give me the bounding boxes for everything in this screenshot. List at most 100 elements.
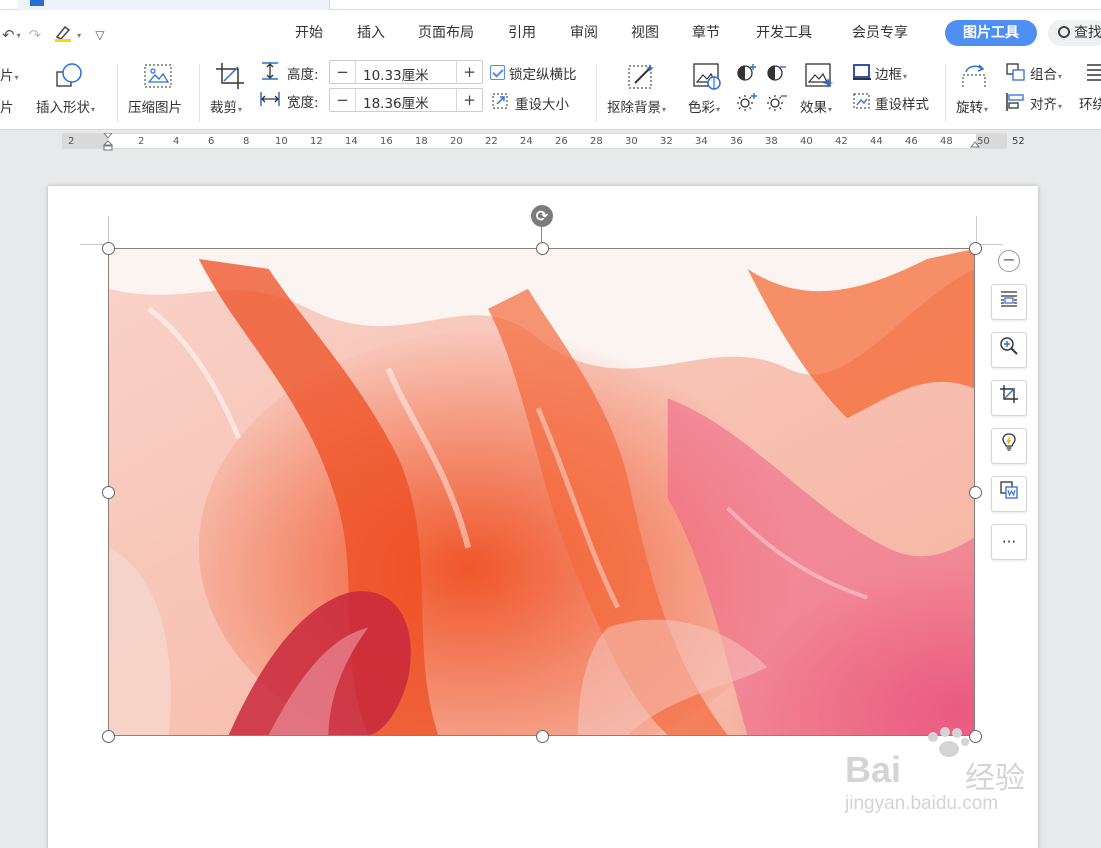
effects-icon[interactable] — [804, 61, 836, 95]
resize-handle-top-right[interactable] — [969, 242, 982, 255]
width-stepper[interactable]: − 18.36厘米 + — [329, 88, 483, 112]
align-icon[interactable] — [1005, 92, 1027, 116]
align-button[interactable]: 对齐▾ — [1030, 93, 1062, 113]
highlight-dropdown-icon[interactable]: ▾ — [77, 31, 81, 40]
search-label: 查找 — [1074, 25, 1101, 41]
effects-button[interactable]: 效果▾ — [800, 96, 832, 116]
resize-handle-bottom[interactable] — [536, 730, 549, 743]
color-icon[interactable] — [692, 61, 724, 95]
insert-shape-button[interactable]: 插入形状▾ — [36, 96, 95, 116]
ribbon-separator — [596, 64, 597, 122]
rotate-button[interactable]: 旋转▾ — [956, 96, 988, 116]
watermark-brand: Bai — [845, 749, 902, 790]
ruler-label: 32 — [660, 136, 673, 147]
customize-toolbar-icon[interactable]: ▽ — [95, 28, 104, 42]
menu-insert[interactable]: 插入 — [357, 22, 385, 42]
undo-dropdown-icon[interactable]: ▾ — [17, 31, 21, 40]
zoom-in-icon — [999, 334, 1019, 368]
menu-review[interactable]: 审阅 — [570, 22, 598, 42]
color-button[interactable]: 色彩▾ — [688, 96, 720, 116]
baidu-watermark: Bai 经验 jingyan.baidu.com — [845, 727, 1045, 825]
partial-button-top[interactable]: 片▾ — [0, 64, 19, 84]
ruler-bar[interactable]: 2 2 4 6 8 10 12 14 16 18 20 22 24 26 28 … — [62, 133, 1025, 149]
reset-style-icon[interactable] — [852, 92, 872, 114]
insert-shape-icon[interactable] — [54, 61, 88, 95]
ruler-label: 8 — [243, 136, 250, 147]
crop-tool-button[interactable] — [991, 380, 1027, 416]
menu-home[interactable]: 开始 — [295, 22, 323, 42]
undo-icon[interactable]: ↶ — [2, 26, 15, 44]
increase-brightness-icon[interactable] — [736, 92, 758, 116]
height-value[interactable]: 10.33厘米 — [363, 64, 429, 84]
search-icon — [1058, 26, 1070, 38]
resize-handle-top-left[interactable] — [102, 242, 115, 255]
rotate-handle-icon[interactable]: ⟳ — [531, 205, 553, 227]
width-decrease-button[interactable]: − — [330, 89, 356, 111]
menu-picture-tools[interactable]: 图片工具 — [945, 20, 1037, 46]
wrap-text-icon[interactable] — [1085, 62, 1101, 86]
ruler-label: 52 — [1012, 136, 1025, 147]
more-options-button[interactable]: ··· — [991, 524, 1027, 560]
ruler-label: 14 — [345, 136, 358, 147]
menu-page-layout[interactable]: 页面布局 — [418, 22, 474, 42]
ruler-label: 44 — [870, 136, 883, 147]
crop-icon[interactable] — [214, 61, 246, 95]
highlight-pen-icon[interactable] — [53, 24, 75, 46]
height-increase-button[interactable]: + — [456, 61, 482, 83]
resize-handle-bottom-left[interactable] — [102, 730, 115, 743]
menu-references[interactable]: 引用 — [508, 22, 536, 42]
decrease-brightness-icon[interactable] — [766, 92, 788, 116]
quick-access-toolbar: ↶ ▾ ↷ ▾ ▽ — [2, 24, 110, 46]
menu-developer[interactable]: 开发工具 — [756, 22, 812, 42]
width-increase-button[interactable]: + — [456, 89, 482, 111]
document-tab[interactable] — [18, 0, 330, 10]
text-wrap-icon — [999, 286, 1019, 320]
ruler-right-indent-marker[interactable] — [969, 140, 981, 150]
reset-style-button[interactable]: 重设样式 — [875, 93, 929, 113]
zoom-preview-button[interactable] — [991, 332, 1027, 368]
height-decrease-button[interactable]: − — [330, 61, 356, 83]
layout-options-button[interactable] — [991, 284, 1027, 320]
rotate-icon[interactable] — [958, 61, 990, 95]
group-button[interactable]: 组合▾ — [1030, 63, 1062, 83]
reset-size-icon[interactable] — [491, 92, 511, 114]
border-button[interactable]: 边框▾ — [875, 63, 907, 83]
convert-image-button[interactable] — [991, 476, 1027, 512]
resize-handle-right[interactable] — [969, 486, 982, 499]
resize-handle-top[interactable] — [536, 242, 549, 255]
compress-picture-button[interactable]: 压缩图片 — [128, 96, 182, 116]
watermark-url: jingyan.baidu.com — [845, 793, 999, 814]
crop-button[interactable]: 裁剪▾ — [210, 96, 242, 116]
lock-aspect-ratio-label[interactable]: 锁定纵横比 — [509, 63, 577, 83]
width-value[interactable]: 18.36厘米 — [363, 92, 429, 112]
ruler-indent-marker[interactable] — [102, 132, 114, 151]
decrease-contrast-icon[interactable] — [766, 62, 788, 86]
selected-picture[interactable] — [108, 248, 975, 736]
redo-icon[interactable]: ↷ — [29, 26, 42, 44]
reset-size-button[interactable]: 重设大小 — [515, 93, 569, 113]
search-button[interactable]: 查找 — [1048, 20, 1101, 46]
menu-bar: ↶ ▾ ↷ ▾ ▽ 开始 插入 页面布局 引用 审阅 视图 章节 开发工具 会员… — [0, 10, 1101, 56]
lock-aspect-ratio-checkbox[interactable] — [490, 65, 505, 80]
ruler-label: 28 — [590, 136, 603, 147]
ruler-label: 38 — [765, 136, 778, 147]
border-icon[interactable] — [852, 63, 872, 85]
partial-button-bottom[interactable]: 片 — [0, 96, 14, 116]
group-icon[interactable] — [1005, 62, 1027, 86]
ruler-label: 4 — [173, 136, 180, 147]
menu-member[interactable]: 会员专享 — [852, 22, 908, 42]
menu-chapter[interactable]: 章节 — [692, 22, 720, 42]
ruler-label: 42 — [835, 136, 848, 147]
compress-picture-icon[interactable] — [142, 62, 174, 94]
resize-handle-left[interactable] — [102, 486, 115, 499]
remove-background-icon[interactable] — [626, 61, 658, 95]
ruler-label: 6 — [208, 136, 215, 147]
remove-background-button[interactable]: 抠除背景▾ — [607, 96, 666, 116]
ribbon-separator — [117, 64, 118, 122]
menu-view[interactable]: 视图 — [631, 22, 659, 42]
wrap-text-button[interactable]: 环绕 — [1079, 93, 1101, 113]
collapse-toolbar-button[interactable]: − — [998, 250, 1020, 272]
increase-contrast-icon[interactable] — [736, 62, 758, 86]
smart-suggestion-button[interactable] — [991, 428, 1027, 464]
height-stepper[interactable]: − 10.33厘米 + — [329, 60, 483, 84]
